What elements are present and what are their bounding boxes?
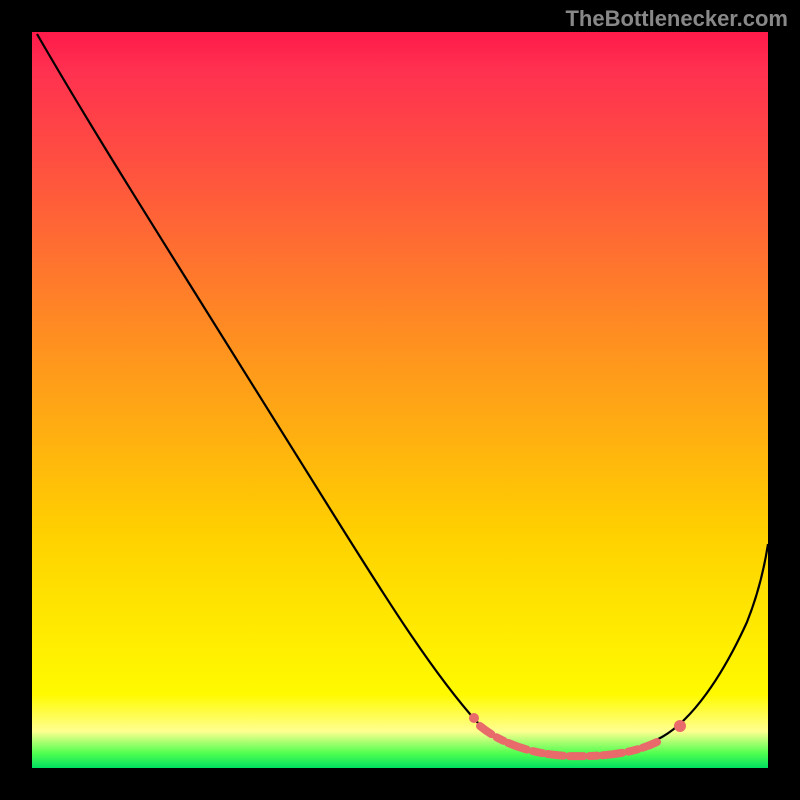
highlight-dot-left <box>469 713 479 723</box>
valley-highlight-band <box>480 726 657 756</box>
chart-plot <box>32 32 768 768</box>
watermark-text: TheBottlenecker.com <box>565 6 788 32</box>
highlight-dot <box>674 720 686 732</box>
chart-frame: TheBottlenecker.com <box>0 0 800 800</box>
bottleneck-curve <box>37 34 768 756</box>
